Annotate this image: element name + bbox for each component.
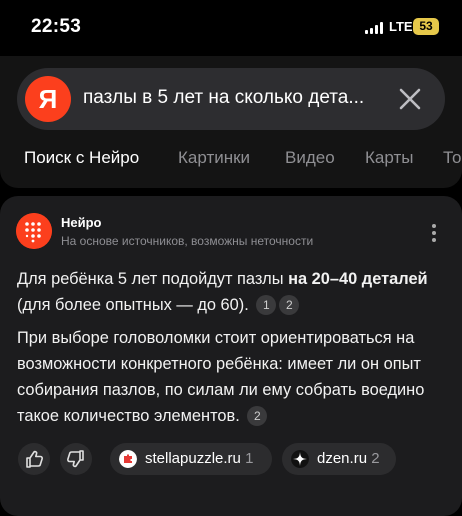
source-name: stellapuzzle.ru [145, 450, 241, 467]
source-chip-dzen[interactable]: dzen.ru 2 [282, 443, 396, 475]
status-bar: 22:53 LTE 53 [0, 0, 462, 56]
source-number: 2 [371, 450, 380, 467]
more-icon[interactable] [431, 224, 437, 242]
answer-text: При выборе головоломки стоит ориентирова… [17, 329, 425, 425]
yandex-logo-icon[interactable]: Я [25, 76, 71, 122]
answer-text: Для ребёнка 5 лет подойдут пазлы [17, 270, 289, 288]
like-button[interactable] [18, 443, 50, 475]
answer-paragraph-1: Для ребёнка 5 лет подойдут пазлы на 20–4… [17, 266, 447, 318]
answer-highlight: на 20–40 деталей [288, 270, 428, 288]
search-tabs: Поиск с Нейро Картинки Видео Карты То [0, 146, 462, 178]
search-panel: Я пазлы в 5 лет на сколько дета... Поиск… [0, 56, 462, 188]
stellapuzzle-favicon-icon [119, 450, 137, 468]
clear-icon[interactable] [395, 84, 425, 114]
tab-maps[interactable]: Карты [365, 148, 413, 168]
tab-neuro-search[interactable]: Поиск с Нейро [24, 148, 139, 168]
neuro-answer-card: Нейро На основе источников, возможны нет… [0, 196, 462, 516]
battery-indicator: 53 [413, 18, 439, 35]
citation-badge[interactable]: 1 [256, 295, 277, 315]
answer-disclaimer: На основе источников, возможны неточност… [61, 234, 314, 248]
answer-title: Нейро [61, 215, 102, 230]
citation-badge[interactable]: 2 [247, 406, 268, 426]
answer-paragraph-2: При выборе головоломки стоит ориентирова… [17, 325, 447, 429]
source-chip-stellapuzzle[interactable]: stellapuzzle.ru 1 [110, 443, 272, 475]
tab-more[interactable]: То [443, 148, 462, 168]
tab-images[interactable]: Картинки [178, 148, 250, 168]
dislike-button[interactable] [60, 443, 92, 475]
answer-text: (для более опытных — до 60). [17, 296, 249, 314]
source-name: dzen.ru [317, 450, 368, 467]
clock: 22:53 [31, 16, 82, 37]
tab-video[interactable]: Видео [285, 148, 335, 168]
search-query[interactable]: пазлы в 5 лет на сколько дета... [83, 87, 364, 109]
search-bar[interactable]: Я пазлы в 5 лет на сколько дета... [17, 68, 445, 130]
thumbs-down-icon [67, 450, 84, 468]
neuro-logo-icon [16, 213, 52, 249]
thumbs-up-icon [26, 450, 43, 468]
signal-icon [365, 22, 385, 34]
dzen-favicon-icon [291, 450, 309, 468]
citation-badge[interactable]: 2 [279, 295, 300, 315]
network-type: LTE [389, 19, 413, 34]
source-number: 1 [245, 450, 254, 467]
